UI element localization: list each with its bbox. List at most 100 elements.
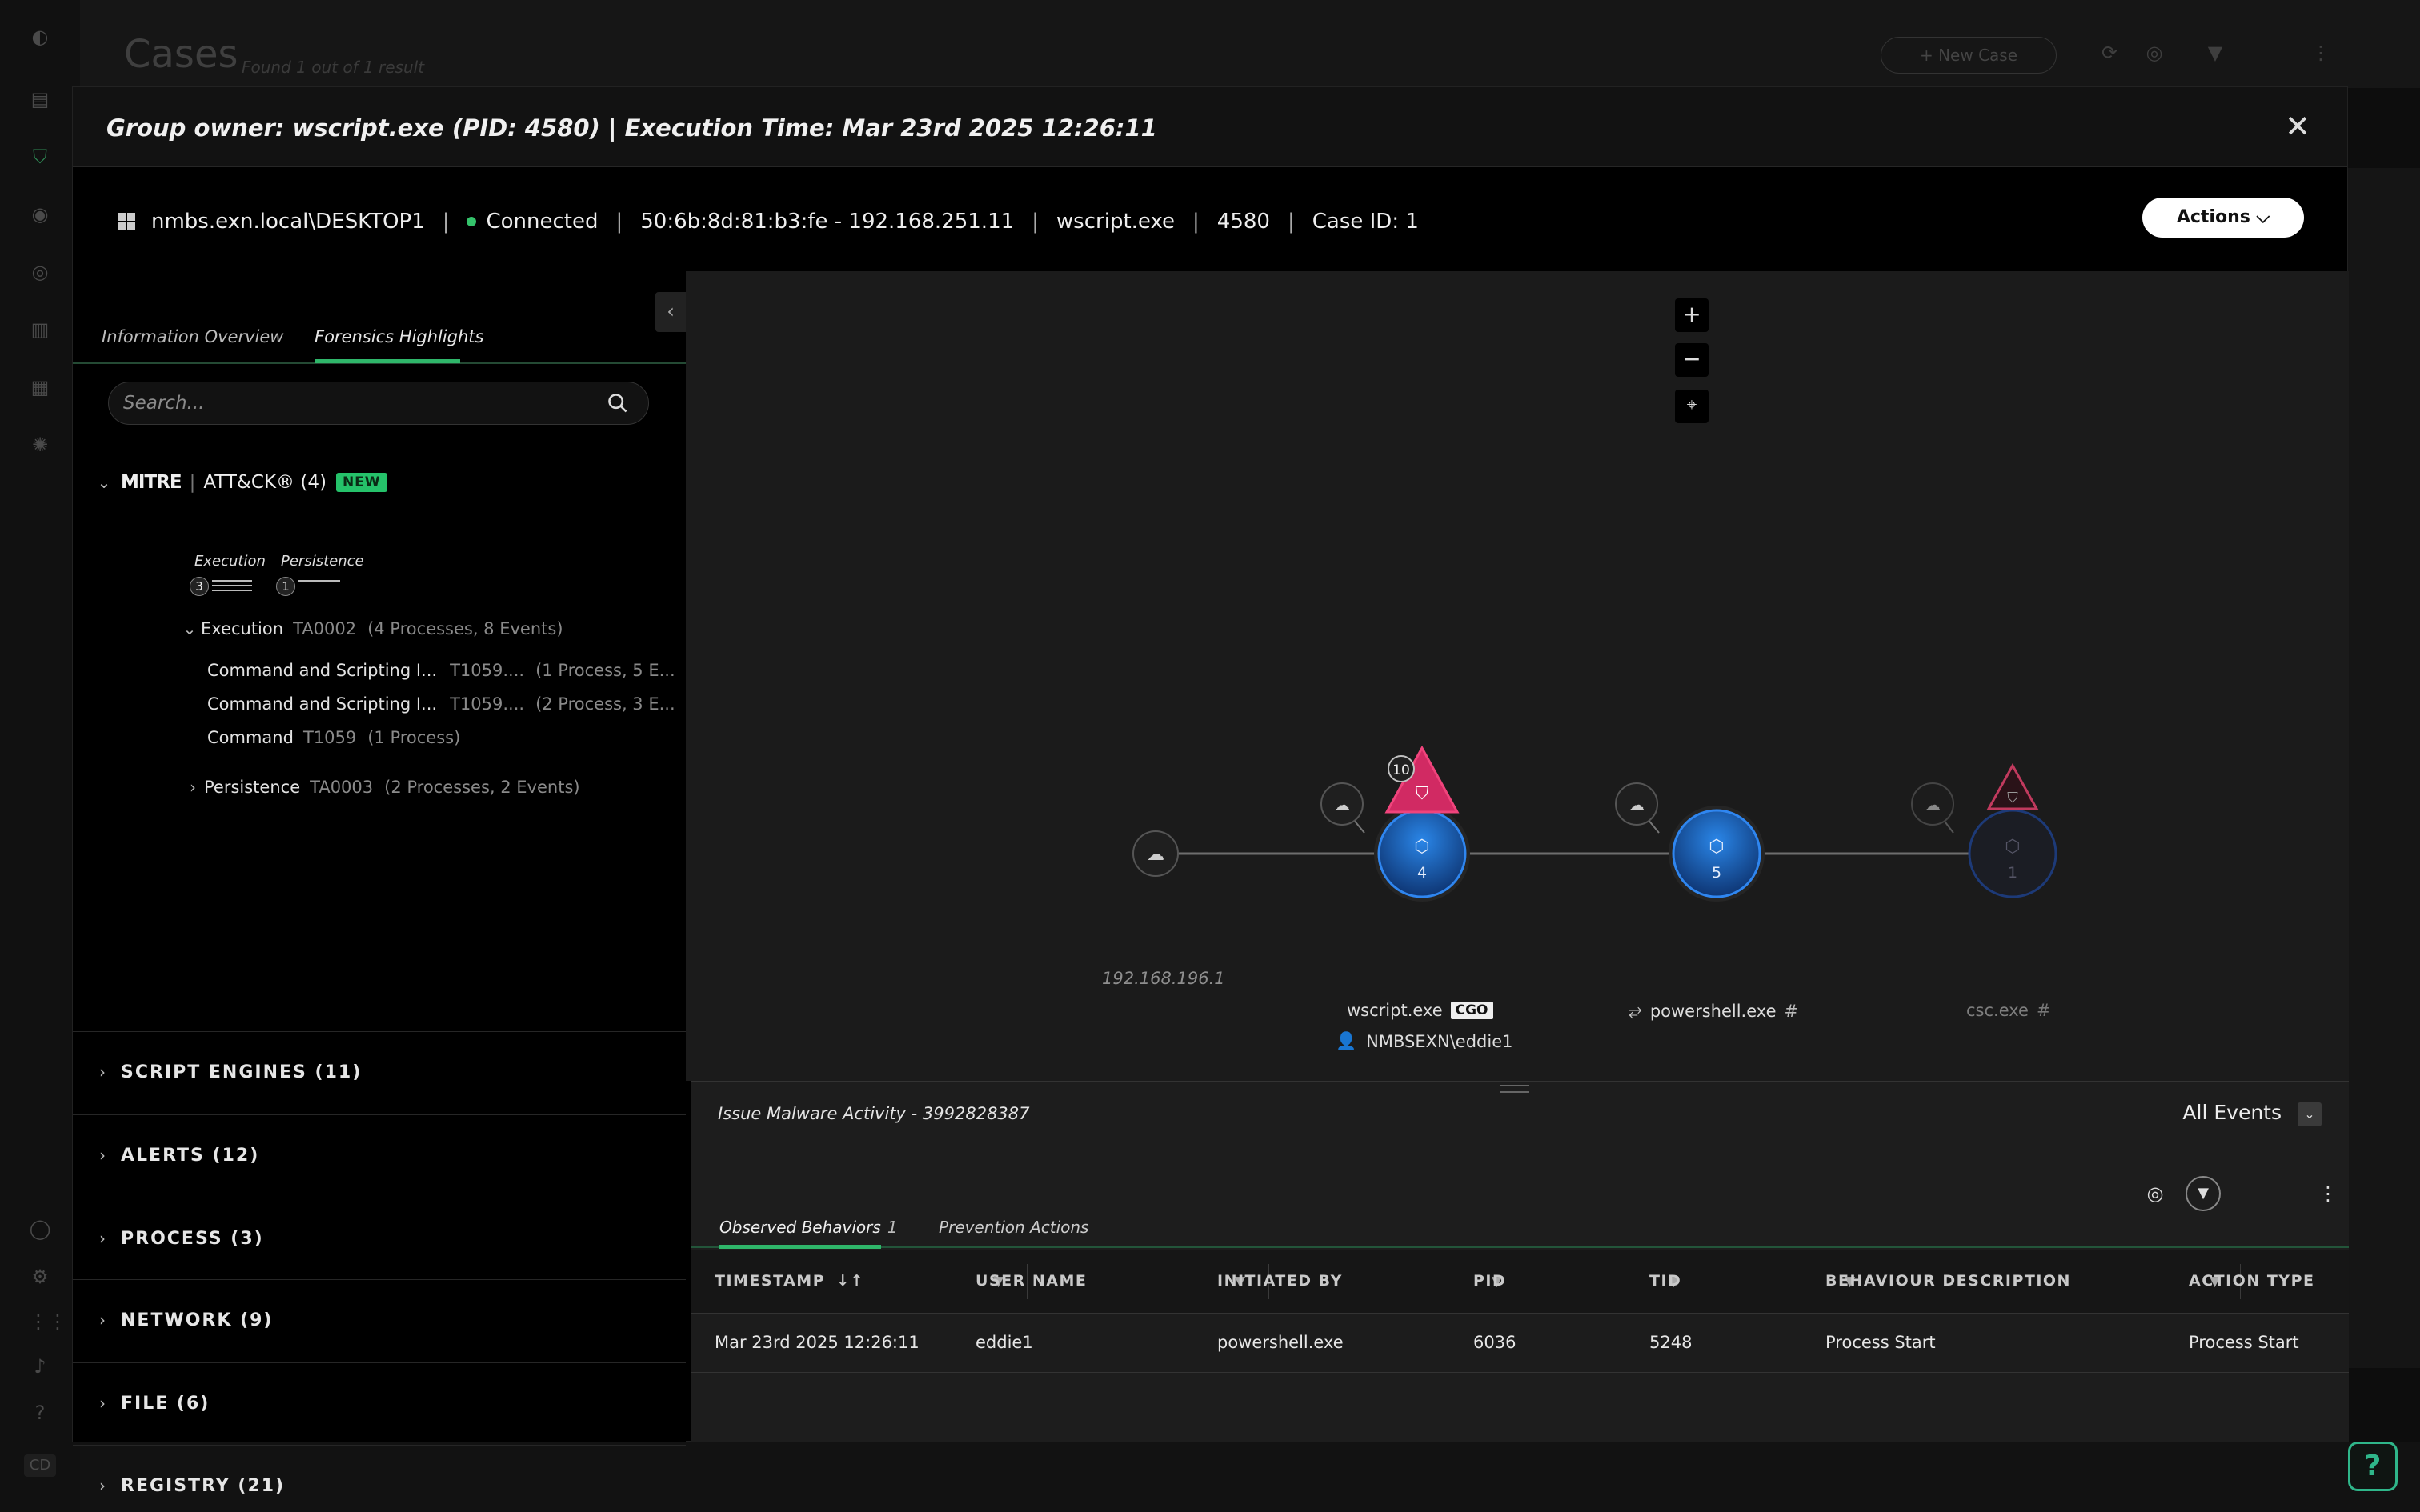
section-alerts[interactable]: › ALERTS (12) — [73, 1114, 686, 1198]
powershell-node-label[interactable]: ⥂ powershell.exe # — [1629, 1001, 1798, 1021]
logo-icon[interactable]: ◐ — [29, 26, 51, 48]
background-header — [80, 0, 2420, 88]
tab-information-overview[interactable]: Information Overview — [102, 327, 283, 346]
column-action-type[interactable]: ACTION TYPE — [2189, 1272, 2314, 1290]
chevron-right-icon[interactable]: › — [90, 1229, 114, 1248]
wscript-node-label[interactable]: wscript.exe CGO — [1347, 1001, 1493, 1020]
hash-icon: # — [2036, 1001, 2051, 1020]
apps-grid-icon[interactable]: ⋮⋮ — [29, 1310, 67, 1333]
mac-ip: 50:6b:8d:81:b3:fe - 192.168.251.11 — [640, 210, 1015, 234]
tree-item-technique[interactable]: Command T1059 (1 Process) — [207, 724, 460, 751]
tab-forensics-highlights[interactable]: Forensics Highlights — [315, 327, 483, 346]
process-graph[interactable]: + − ⌖ ☁ ☁ ⬡ 4 ☁ ⬡ 5 ☁ ⬡ 1 ⛉ 10 ⛉ 192.168… — [686, 271, 2349, 1081]
filter-icon[interactable]: ▼ — [2202, 42, 2228, 67]
chevron-right-icon[interactable]: › — [90, 1476, 114, 1495]
filter-icon[interactable]: ▼ — [2186, 1176, 2221, 1211]
chevron-right-icon[interactable]: › — [90, 1394, 114, 1413]
tree-item-technique[interactable]: Command and Scripting I... T1059.... (2 … — [207, 690, 675, 718]
chevron-down-icon[interactable]: ⌄ — [178, 619, 201, 638]
column-pid[interactable]: PID — [1473, 1272, 1506, 1290]
cell-action-type: Process Start — [2189, 1333, 2299, 1352]
chevron-right-icon[interactable]: › — [182, 778, 204, 797]
tactic-label-execution[interactable]: Execution — [194, 553, 266, 570]
tab-observed-behaviors[interactable]: Observed Behaviors 1 — [719, 1218, 898, 1237]
search-input[interactable] — [123, 389, 595, 418]
target-icon[interactable]: ◎ — [2142, 42, 2167, 67]
page-title: Cases — [124, 32, 238, 77]
search-box — [108, 382, 649, 425]
cloud-icon: ☁ — [1629, 795, 1645, 814]
sort-icon[interactable]: ↓↑ — [836, 1272, 864, 1290]
chevron-right-icon[interactable]: › — [90, 1146, 114, 1165]
column-user-name[interactable]: USER NAME — [976, 1272, 1087, 1290]
nav-rail: ◐ ▤ ⛉ ◉ ◎ ▥ ▦ ✺ ◯ ⚙ ⋮⋮ ♪ ? CD — [0, 0, 80, 1512]
mitre-attack-header[interactable]: ⌄ MITRE | ATT&CK® (4) NEW — [92, 468, 387, 497]
active-tab-indicator — [719, 1245, 881, 1249]
events-filter-label[interactable]: All Events — [2182, 1101, 2282, 1124]
column-timestamp[interactable]: TIMESTAMP ↓↑ — [715, 1272, 864, 1290]
help-button[interactable]: ? — [2348, 1442, 2398, 1491]
actions-button[interactable]: Actions ⌵ — [2142, 198, 2304, 238]
cgo-badge: CGO — [1450, 1002, 1493, 1019]
background-side — [2348, 168, 2420, 1368]
bell-icon[interactable]: ♪ — [29, 1355, 51, 1378]
tab-prevention-actions[interactable]: Prevention Actions — [939, 1218, 1088, 1237]
section-file[interactable]: › FILE (6) — [73, 1362, 686, 1446]
hash-icon: # — [1784, 1001, 1799, 1021]
process-detail-modal: Group owner: wscript.exe (PID: 4580) | E… — [72, 86, 2349, 1496]
section-process[interactable]: › PROCESS (3) — [73, 1198, 686, 1281]
refresh-icon[interactable]: ⟳ — [2097, 42, 2122, 67]
eye-icon[interactable]: ◉ — [29, 203, 51, 226]
modal-header: Group owner: wscript.exe (PID: 4580) | E… — [73, 87, 2347, 167]
graph-canvas: ☁ ☁ ⬡ 4 ☁ ⬡ 5 ☁ ⬡ 1 — [1132, 782, 2057, 902]
panel-tabs: Information Overview Forensics Highlight… — [73, 319, 686, 364]
new-case-button[interactable]: + New Case — [1881, 37, 2057, 74]
search-icon[interactable] — [607, 392, 629, 414]
windows-icon — [118, 213, 135, 230]
tree-item-execution[interactable]: ⌄ Execution TA0002 (4 Processes, 8 Event… — [178, 615, 563, 642]
tactic-count-execution: 3 — [190, 577, 209, 596]
csc-node-label[interactable]: csc.exe # — [1966, 1001, 2051, 1020]
section-network[interactable]: › NETWORK (9) — [73, 1279, 686, 1362]
chevron-right-icon[interactable]: › — [90, 1062, 114, 1082]
bug-icon[interactable]: ✺ — [29, 434, 51, 456]
cloud-icon: ☁ — [1147, 845, 1164, 865]
avatar[interactable]: CD — [24, 1454, 56, 1477]
more-icon[interactable]: ⋮ — [2310, 1176, 2346, 1211]
cell-pid: 6036 — [1473, 1333, 1517, 1352]
resize-handle[interactable] — [1500, 1085, 1529, 1093]
section-script-engines[interactable]: › SCRIPT ENGINES (11) — [73, 1031, 686, 1114]
shield-icon[interactable]: ⛉ — [29, 146, 51, 168]
tree-item-technique[interactable]: Command and Scripting I... T1059.... (1 … — [207, 657, 675, 684]
table-row[interactable]: Mar 23rd 2025 12:26:11 eddie1 powershell… — [691, 1314, 2349, 1373]
active-tab-indicator — [315, 359, 460, 363]
column-tid[interactable]: TID — [1649, 1272, 1681, 1290]
close-button[interactable]: ✕ — [2282, 111, 2314, 143]
chevron-down-icon[interactable]: ⌄ — [2298, 1102, 2322, 1126]
node-count: 5 — [1712, 864, 1721, 882]
gear-icon[interactable]: ⚙ — [29, 1266, 51, 1288]
column-behaviour-description[interactable]: BEHAVIOUR DESCRIPTION — [1825, 1272, 2071, 1290]
cell-initiated-by: powershell.exe — [1217, 1333, 1344, 1352]
tree-item-persistence[interactable]: › Persistence TA0003 (2 Processes, 2 Eve… — [182, 774, 580, 801]
event-tabs: Observed Behaviors 1 Prevention Actions — [691, 1210, 2349, 1249]
modal-title: Group owner: wscript.exe (PID: 4580) | E… — [106, 114, 1157, 142]
clipboard-icon[interactable]: ▥ — [29, 318, 51, 341]
ring-icon[interactable]: ◯ — [29, 1218, 51, 1240]
column-initiated-by[interactable]: INITIATED BY — [1217, 1272, 1343, 1290]
more-icon[interactable]: ⋮ — [2308, 42, 2334, 67]
process-icon: ⬡ — [2005, 837, 2020, 857]
target-icon[interactable]: ◎ — [29, 261, 51, 283]
mitre-tactic-summary: Execution 3 Persistence 1 — [122, 553, 364, 601]
process-icon: ⬡ — [1414, 837, 1429, 857]
chevron-right-icon[interactable]: › — [90, 1310, 114, 1330]
list-icon[interactable]: ▤ — [29, 88, 51, 110]
chevron-down-icon[interactable]: ⌄ — [92, 473, 116, 492]
target-icon[interactable]: ◎ — [2138, 1176, 2173, 1211]
section-registry[interactable]: › REGISTRY (21) — [73, 1445, 686, 1512]
help-circle-icon[interactable]: ? — [29, 1402, 51, 1424]
new-badge: NEW — [335, 473, 387, 492]
tactic-label-persistence[interactable]: Persistence — [281, 553, 364, 570]
node-count: 1 — [2008, 864, 2017, 882]
dashboard-icon[interactable]: ▦ — [29, 376, 51, 398]
